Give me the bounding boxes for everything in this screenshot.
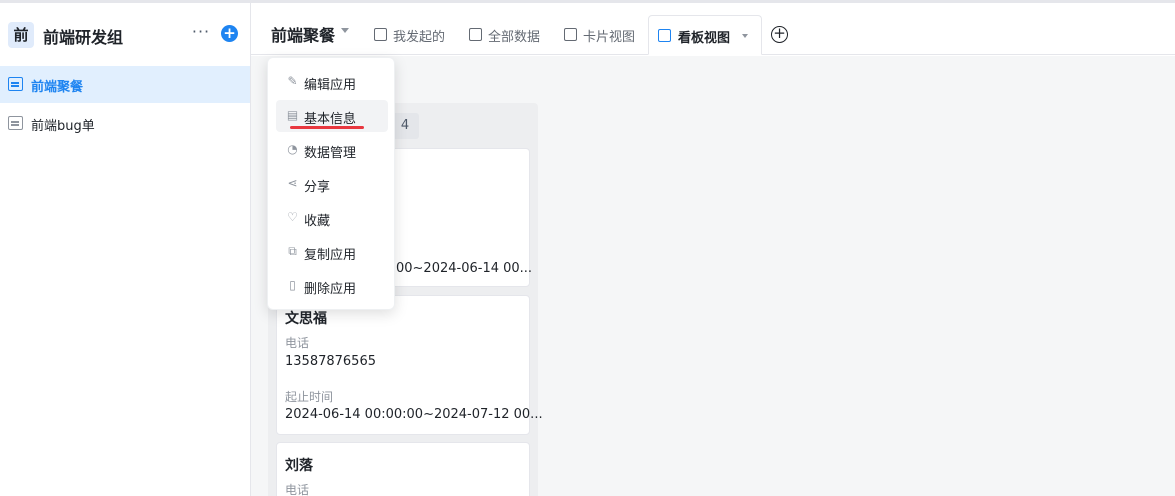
menu-item-label: 复制应用	[304, 248, 357, 263]
menu-item-label: 收藏	[304, 214, 331, 229]
edit-icon: ✎	[287, 74, 298, 88]
menu-item-label: 基本信息	[304, 112, 357, 127]
card-field-value: 13587876565	[285, 354, 376, 369]
tab-my-initiated[interactable]: 我发起的	[372, 15, 454, 55]
add-app-button[interactable]: +	[221, 25, 238, 42]
add-view-button[interactable]: +	[771, 26, 788, 43]
dashboard-icon: ◔	[287, 142, 298, 156]
share-icon: ⋖	[287, 176, 298, 190]
app-title[interactable]: 前端聚餐	[271, 22, 335, 46]
tab-all-data[interactable]: 全部数据	[467, 15, 549, 55]
menu-item-share[interactable]: ⋖ 分享	[276, 168, 388, 200]
document-icon	[8, 77, 23, 91]
document-icon	[8, 116, 23, 130]
tab-card-view[interactable]: 卡片视图	[562, 15, 644, 55]
app-options-menu: ✎ 编辑应用 ▤ 基本信息 ◔ 数据管理 ⋖ 分享 ♡ 收藏 ⧉ 复制应用 ▯ …	[267, 57, 395, 310]
menu-item-copy-app[interactable]: ⧉ 复制应用	[276, 236, 388, 268]
menu-item-label: 编辑应用	[304, 78, 357, 93]
sidebar: 前 前端研发组 ··· + 前端聚餐 前端bug单	[0, 3, 251, 496]
menu-item-edit-app[interactable]: ✎ 编辑应用	[276, 66, 388, 98]
card-title: 刘落	[285, 458, 313, 474]
tab-label: 我发起的	[393, 30, 446, 45]
card-image-icon	[564, 28, 577, 41]
sidebar-item-frontend-dinner[interactable]: 前端聚餐	[0, 66, 250, 103]
menu-item-label: 分享	[304, 180, 331, 195]
sidebar-item-label: 前端bug单	[31, 119, 95, 134]
column-count-badge: 4	[391, 113, 419, 139]
info-doc-icon: ▤	[286, 108, 299, 122]
menu-item-data-management[interactable]: ◔ 数据管理	[276, 134, 388, 166]
trash-icon: ▯	[289, 278, 296, 292]
chevron-down-icon[interactable]	[341, 28, 349, 33]
kanban-card[interactable]: 刘落 电话	[276, 442, 530, 496]
card-time-value: 00~2024-06-14 00...	[396, 261, 533, 276]
sidebar-item-label: 前端聚餐	[31, 80, 84, 95]
card-field-value: 2024-06-14 00:00:00~2024-07-12 00...	[285, 407, 543, 422]
kanban-icon	[658, 29, 671, 42]
tab-kanban-view[interactable]: 看板视图	[648, 15, 762, 55]
tab-label: 看板视图	[678, 31, 731, 46]
chevron-down-icon[interactable]	[742, 34, 748, 38]
card-field-label: 起止时间	[285, 390, 334, 404]
edit-doc-icon	[374, 28, 387, 41]
more-options-icon[interactable]: ···	[190, 23, 212, 45]
workspace-avatar: 前	[8, 22, 34, 48]
menu-item-delete-app[interactable]: ▯ 删除应用	[276, 270, 388, 302]
sidebar-item-frontend-bug[interactable]: 前端bug单	[0, 105, 250, 142]
card-title: 文思福	[285, 311, 327, 327]
annotation-underline	[290, 126, 364, 129]
kanban-card[interactable]: 文思福 电话 13587876565 起止时间 2024-06-14 00:00…	[276, 295, 543, 435]
workspace-header: 前 前端研发组 ··· +	[0, 3, 250, 65]
menu-item-label: 删除应用	[304, 282, 357, 297]
card-field-label: 电话	[285, 336, 310, 350]
heart-icon: ♡	[287, 210, 298, 224]
menu-item-label: 数据管理	[304, 146, 357, 161]
app-header: 前端聚餐 我发起的 全部数据 卡片视图 看板视图 +	[251, 3, 1175, 55]
workspace-name: 前端研发组	[43, 28, 124, 47]
card-field-label: 电话	[285, 483, 310, 496]
copy-icon: ⧉	[288, 244, 297, 258]
table-grid-icon	[469, 28, 482, 41]
tab-label: 卡片视图	[583, 30, 636, 45]
tab-label: 全部数据	[488, 30, 541, 45]
menu-item-favorite[interactable]: ♡ 收藏	[276, 202, 388, 234]
